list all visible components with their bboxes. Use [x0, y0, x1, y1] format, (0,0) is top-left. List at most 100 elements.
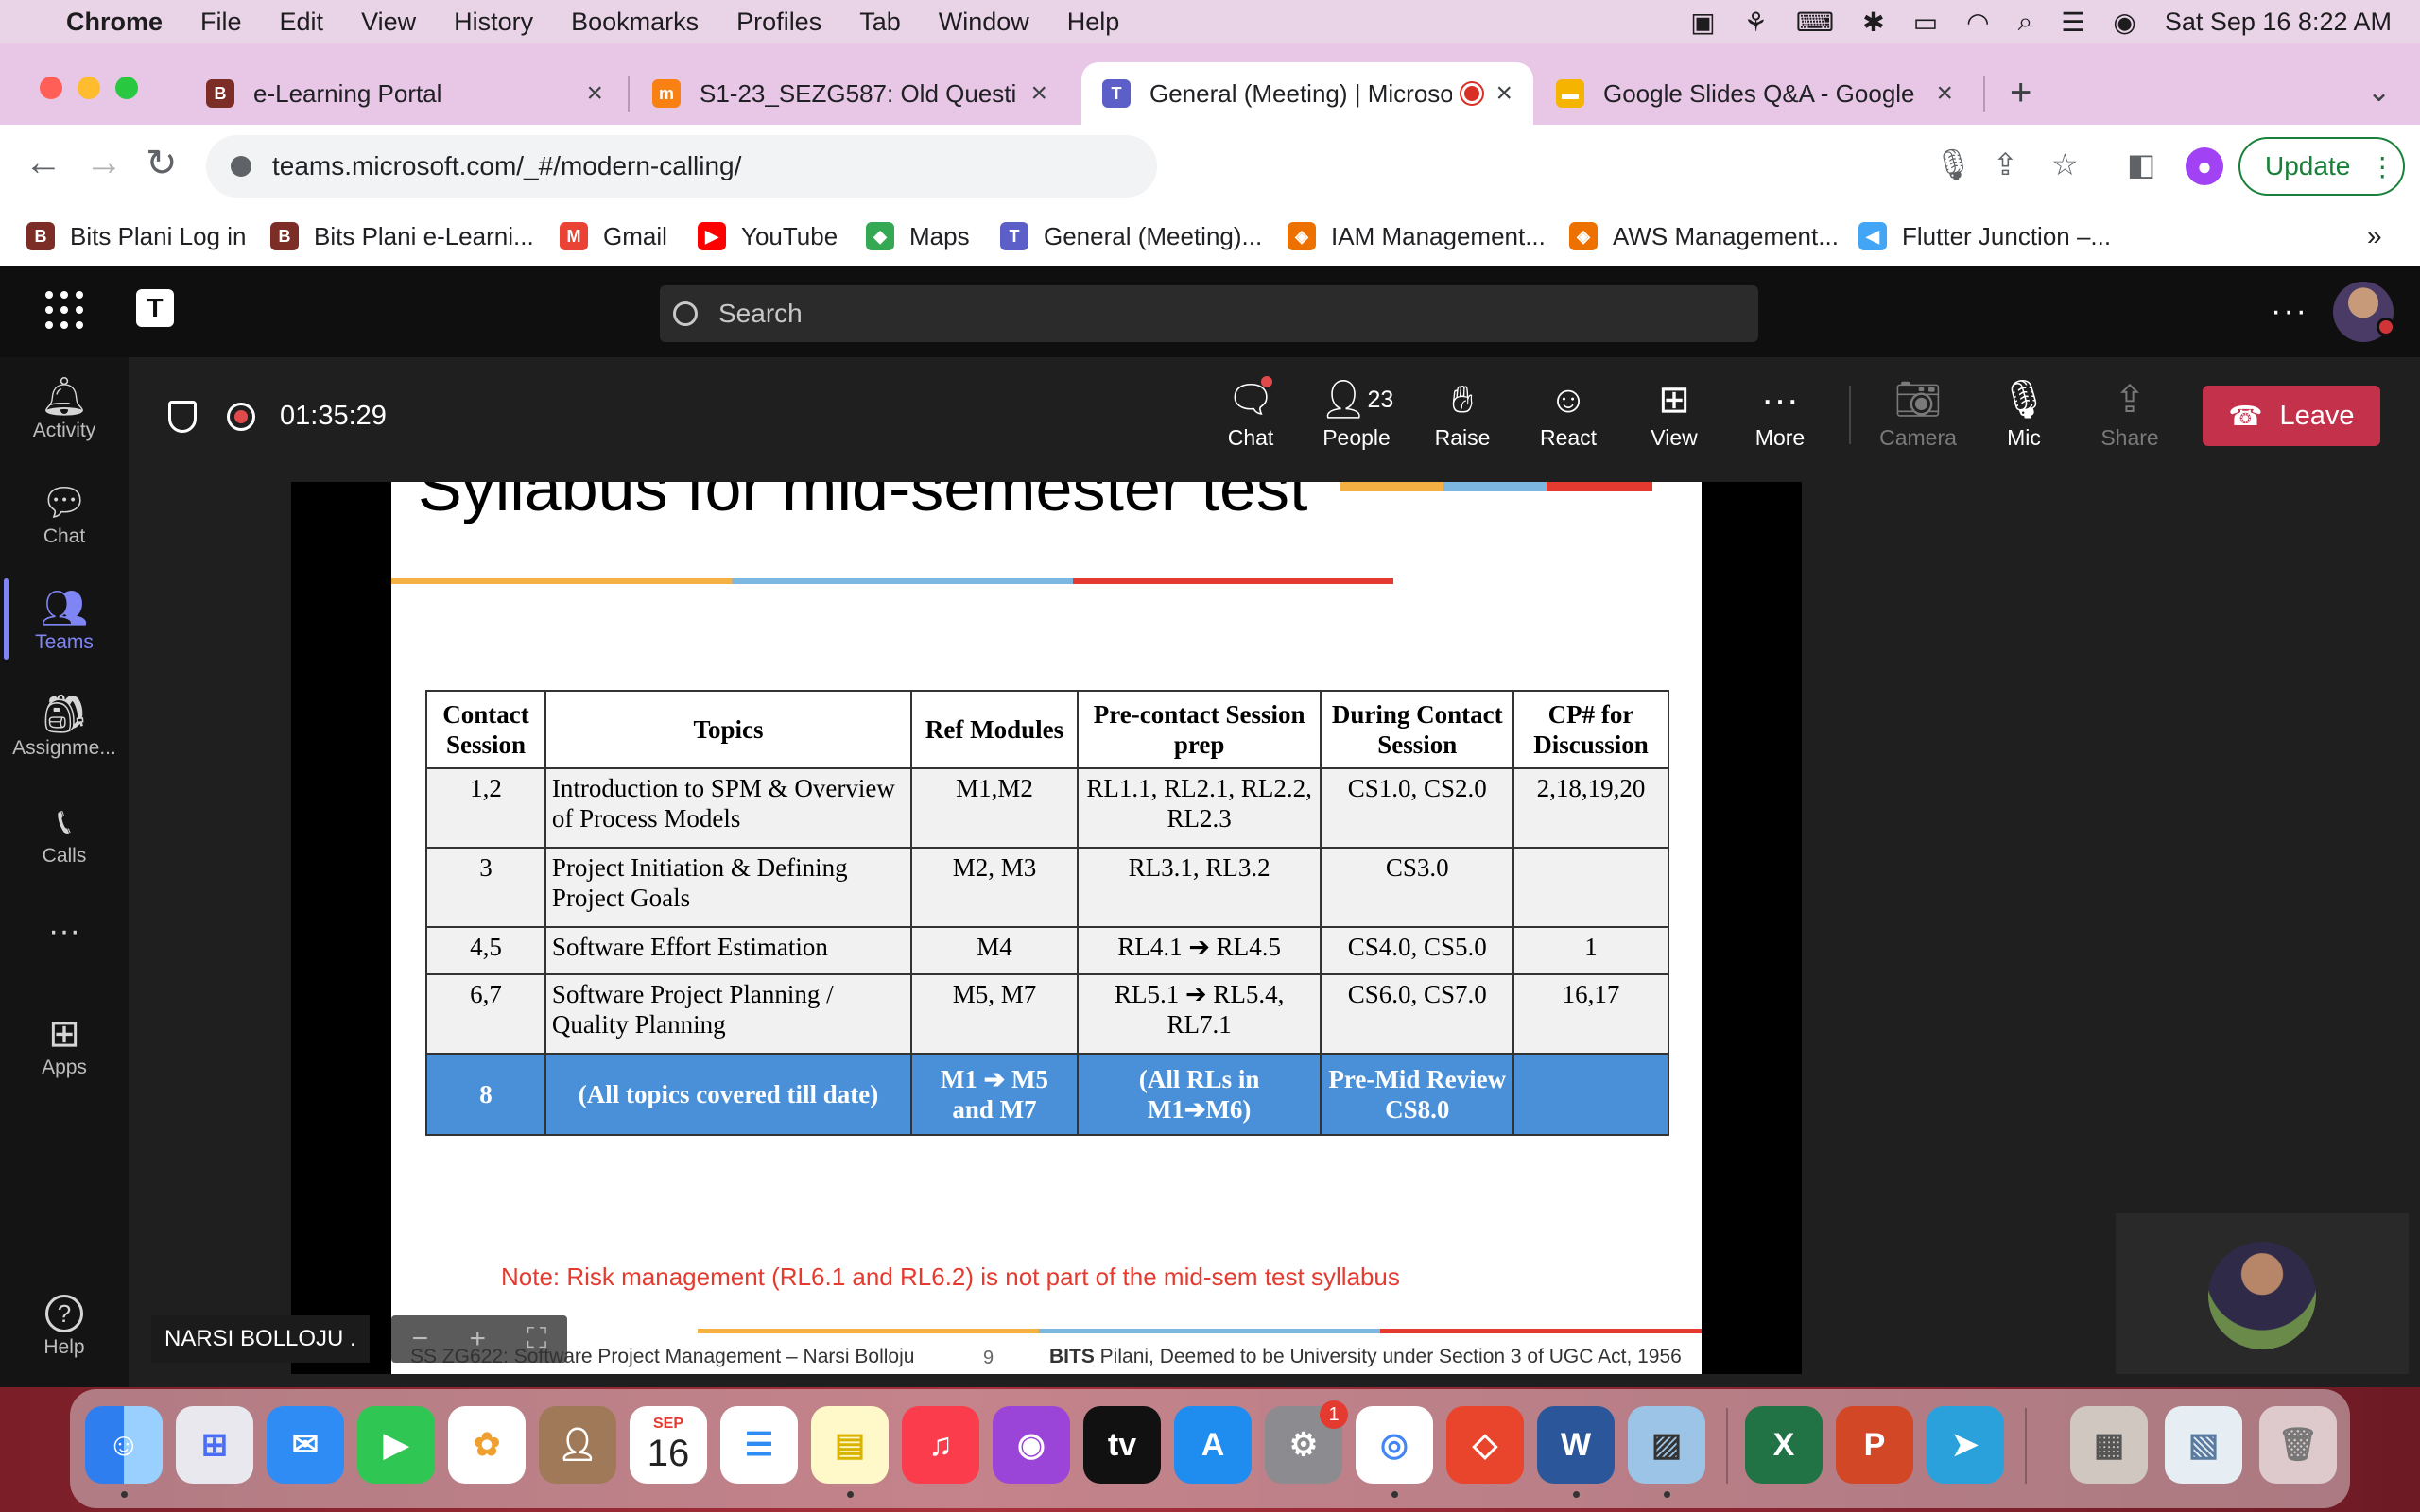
close-tab-icon[interactable]: × [1495, 77, 1512, 110]
anydesk-icon[interactable]: ◇ [1446, 1406, 1524, 1484]
chrome-icon[interactable]: ◎ [1356, 1406, 1433, 1484]
bookmark-iam-management[interactable]: ◈ IAM Management... [1288, 217, 1546, 255]
wifi-icon[interactable]: ◠ [1966, 7, 1989, 38]
menu-window[interactable]: Window [939, 8, 1029, 37]
rail-item-apps[interactable]: ⊞ Apps [0, 1011, 129, 1079]
battery-icon[interactable]: ▭ [1913, 7, 1938, 38]
bookmark-star-icon[interactable]: ☆ [2051, 146, 2079, 182]
zoom-in-icon[interactable]: + [470, 1323, 487, 1355]
bookmark-maps[interactable]: ◆ Maps [866, 217, 970, 255]
share-button[interactable]: ⇪ Share [2078, 374, 2182, 451]
close-tab-icon[interactable]: × [1030, 77, 1047, 110]
bookmark-general-meeting[interactable]: T General (Meeting)... [1000, 217, 1262, 255]
address-bar[interactable]: teams.microsoft.com/_#/modern-calling/ [206, 135, 1157, 198]
raise-hand-button[interactable]: ✋︎ Raise [1410, 374, 1514, 451]
close-tab-icon[interactable]: × [1936, 77, 1953, 110]
fit-to-frame-icon[interactable]: ⛶ [527, 1323, 546, 1355]
rail-item-activity[interactable]: 🔔︎ Activity [0, 374, 129, 442]
more-actions-button[interactable]: ··· More [1728, 374, 1832, 451]
rail-item-chat[interactable]: 💬︎ Chat [0, 480, 129, 548]
tab-search-chevron-icon[interactable]: ⌄ [2367, 76, 2391, 109]
mail-icon[interactable]: ✉ [267, 1406, 344, 1484]
app-launcher-waffle-icon[interactable] [45, 291, 83, 329]
music-icon[interactable]: ♫ [902, 1406, 979, 1484]
bookmark-bits-elearning[interactable]: B Bits Plani e-Learni... [270, 217, 534, 255]
status-app-icon[interactable]: ▣ [1690, 7, 1715, 38]
side-panel-icon[interactable]: ◧ [2127, 146, 2155, 182]
menu-file[interactable]: File [200, 8, 242, 37]
profile-avatar-icon[interactable]: ● [2186, 147, 2223, 185]
teams-search-input[interactable]: Search [660, 285, 1758, 342]
user-avatar[interactable] [2333, 282, 2395, 342]
trash-icon[interactable]: 🗑︎ [2259, 1406, 2337, 1484]
window-minimize-button[interactable] [78, 77, 100, 99]
menu-view[interactable]: View [361, 8, 416, 37]
app-store-icon[interactable]: A [1174, 1406, 1252, 1484]
excel-icon[interactable]: X [1745, 1406, 1823, 1484]
rail-item-assignments[interactable]: 🎒︎ Assignme... [0, 692, 129, 760]
bookmark-aws-management[interactable]: ◈ AWS Management... [1569, 217, 1839, 255]
tab-elearning-portal[interactable]: B e-Learning Portal × [185, 62, 624, 125]
self-video-tile[interactable] [2116, 1213, 2409, 1374]
bluetooth-icon[interactable]: ✱ [1862, 7, 1884, 38]
chat-button[interactable]: 🗨︎ Chat [1199, 374, 1303, 451]
control-center-icon[interactable]: ☰ [2061, 7, 2084, 38]
finder-icon[interactable]: ☺ [85, 1406, 163, 1484]
launchpad-icon[interactable]: ⊞ [176, 1406, 253, 1484]
powerpoint-icon[interactable]: P [1836, 1406, 1913, 1484]
tab-general-meeting[interactable]: T General (Meeting) | Microso × [1081, 62, 1533, 125]
rail-item-calls[interactable]: 📞︎ Calls [0, 799, 129, 868]
preview-icon[interactable]: ▨ [1628, 1406, 1705, 1484]
react-button[interactable]: ☺ React [1516, 374, 1620, 451]
menu-tab[interactable]: Tab [859, 8, 901, 37]
menubar-clock[interactable]: Sat Sep 16 8:22 AM [2165, 8, 2392, 37]
camera-button[interactable]: 📷︎ Camera [1866, 374, 1970, 451]
menu-bookmarks[interactable]: Bookmarks [571, 8, 699, 37]
tab-google-slides-qa[interactable]: ▬ Google Slides Q&A - Google Sl × [1535, 62, 1974, 125]
menu-help[interactable]: Help [1067, 8, 1120, 37]
spotlight-search-icon[interactable]: ⌕ [2018, 7, 2033, 38]
mic-button[interactable]: 🎙︎ Mic [1972, 374, 2076, 451]
status-podcast-icon[interactable]: ⚘ [1744, 7, 1768, 38]
rail-more-apps-icon[interactable]: ··· [0, 913, 129, 950]
reminders-icon[interactable]: ☰ [720, 1406, 798, 1484]
microphone-icon[interactable]: 🎙 [1934, 146, 1973, 182]
kebab-menu-icon[interactable]: ⋮ [2369, 151, 2395, 182]
menu-edit[interactable]: Edit [280, 8, 324, 37]
share-page-icon[interactable]: ⇪ [1993, 146, 2018, 182]
notes-icon[interactable]: ▤ [811, 1406, 889, 1484]
tab-old-question[interactable]: m S1-23_SEZG587: Old Question × [631, 62, 1068, 125]
leave-button[interactable]: ☎︎ Leave [2203, 386, 2380, 446]
menu-history[interactable]: History [454, 8, 533, 37]
view-button[interactable]: ⊞ View [1622, 374, 1726, 451]
app-menu-chrome[interactable]: Chrome [66, 8, 163, 37]
bookmark-bits-login[interactable]: B Bits Plani Log in [26, 217, 246, 255]
siri-icon[interactable]: ◉ [2113, 7, 2135, 38]
bookmark-youtube[interactable]: ▶ YouTube [698, 217, 838, 255]
word-icon[interactable]: W [1537, 1406, 1615, 1484]
facetime-icon[interactable]: ▶ [357, 1406, 435, 1484]
telegram-icon[interactable]: ➤ [1927, 1406, 2004, 1484]
recent-folder-icon[interactable]: ▦ [2070, 1406, 2148, 1484]
calendar-icon[interactable]: SEP 16 [630, 1406, 707, 1484]
rail-item-help[interactable]: ? Help [0, 1295, 129, 1359]
rail-item-teams[interactable]: 👥︎ Teams [0, 586, 129, 654]
shield-icon[interactable] [168, 401, 197, 433]
forward-arrow-icon[interactable]: → [85, 142, 123, 184]
bookmark-gmail[interactable]: M Gmail [560, 217, 667, 255]
photos-icon[interactable]: ✿ [448, 1406, 526, 1484]
window-close-button[interactable] [40, 77, 62, 99]
bookmark-flutter-junction[interactable]: ◀ Flutter Junction –... [1858, 217, 2111, 255]
contacts-icon[interactable]: 👤︎ [539, 1406, 616, 1484]
site-info-icon[interactable] [231, 156, 251, 177]
people-button[interactable]: 👤︎23 People [1305, 374, 1409, 451]
close-tab-icon[interactable]: × [586, 77, 603, 110]
more-bookmarks-chevron-icon[interactable]: » [2367, 217, 2382, 255]
window-zoom-button[interactable] [115, 77, 138, 99]
menu-profiles[interactable]: Profiles [736, 8, 821, 37]
status-keyboard-icon[interactable]: ⌨ [1796, 7, 1834, 38]
url-text[interactable]: teams.microsoft.com/_#/modern-calling/ [272, 151, 741, 181]
back-arrow-icon[interactable]: ← [25, 142, 62, 184]
apple-tv-icon[interactable]: tv [1083, 1406, 1161, 1484]
downloads-stack-icon[interactable]: ▧ [2165, 1406, 2242, 1484]
